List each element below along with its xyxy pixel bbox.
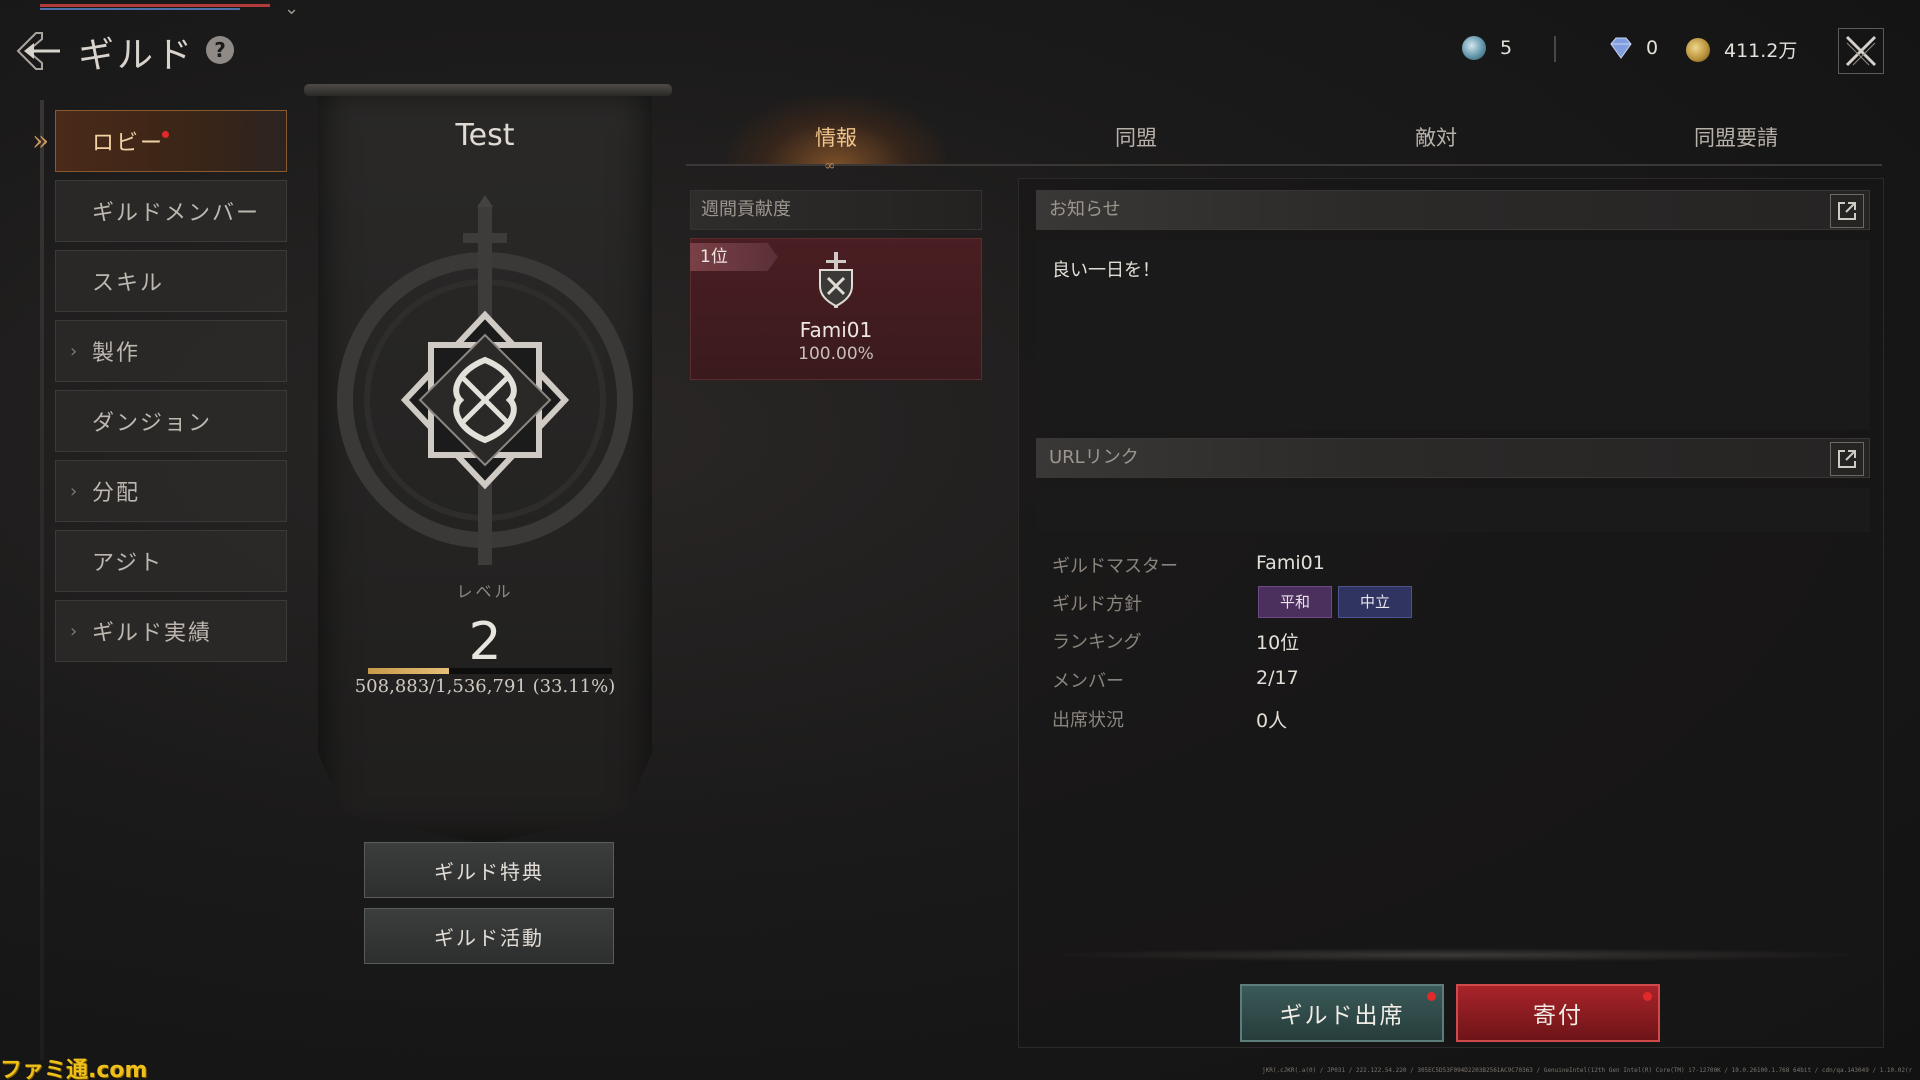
currency-value: 0 <box>1646 37 1659 59</box>
guild-master-value: Fami01 <box>1256 552 1325 574</box>
edit-url-button[interactable] <box>1830 442 1864 476</box>
notice-body <box>1036 240 1870 430</box>
external-link-icon <box>1838 450 1856 468</box>
sidebar-item-label: アジト <box>92 551 164 576</box>
sidebar-item-achievements[interactable]: › ギルド実績 <box>55 600 287 662</box>
xp-text: 508,883/1,536,791 (33.11%) <box>354 676 616 697</box>
chevron-right-icon: › <box>70 340 80 362</box>
back-button[interactable] <box>14 28 64 74</box>
build-info-text: jKR(.cJKR(.a(0) / JP031 / 222.122.54.220… <box>1262 1067 1912 1074</box>
top-status-lines <box>40 4 270 10</box>
currency-separator <box>1554 36 1556 62</box>
close-button[interactable] <box>1838 28 1884 74</box>
rank-percent: 100.00% <box>798 344 874 364</box>
rank-badge: 1位 <box>690 243 778 271</box>
guild-level: 2 <box>468 612 502 672</box>
gold-coin-icon <box>1686 37 1710 62</box>
attend-button-label: ギルド出席 <box>1279 1003 1405 1029</box>
notification-dot <box>1427 992 1436 1001</box>
members-value: 2/17 <box>1256 667 1299 689</box>
guild-master-label: ギルドマスター <box>1052 556 1178 577</box>
tab-alliance[interactable]: 同盟 <box>1036 122 1236 152</box>
policy-badge-neutral: 中立 <box>1338 586 1412 618</box>
sidebar-item-label: スキル <box>92 271 165 296</box>
chevron-right-icon: › <box>70 480 80 502</box>
currency-value: 411.2万 <box>1724 40 1798 62</box>
guild-benefits-button[interactable]: ギルド特典 <box>364 842 614 898</box>
blue-gem-coin-icon <box>1462 36 1486 60</box>
sidebar-item-distribution[interactable]: › 分配 <box>55 460 287 522</box>
currency-blue-gem: 5 <box>1462 36 1512 60</box>
sidebar-item-label: ロビー <box>92 131 165 156</box>
help-icon[interactable]: ? <box>206 36 234 64</box>
sidebar-item-dungeon[interactable]: ダンジョン <box>55 390 287 452</box>
guild-emblem-icon <box>337 195 633 565</box>
url-link-header: URLリンク <box>1036 438 1870 478</box>
sidebar-item-crafting[interactable]: › 製作 <box>55 320 287 382</box>
external-link-icon <box>1838 202 1856 220</box>
sidebar-item-members[interactable]: ギルドメンバー <box>55 180 287 242</box>
sidebar-item-hideout[interactable]: アジト <box>55 530 287 592</box>
ranking-label: ランキング <box>1052 632 1142 653</box>
url-link-body[interactable] <box>1036 488 1870 532</box>
ornament-divider <box>1040 948 1870 962</box>
sidebar-item-label: ギルド実績 <box>92 621 213 646</box>
xp-progress-bar <box>368 668 612 674</box>
weekly-contribution-header: 週間貢献度 <box>690 190 982 230</box>
knot-ornament-icon: ∞ <box>824 158 836 174</box>
level-label: レベル <box>456 582 514 601</box>
chevron-right-icon: › <box>70 620 80 642</box>
attendance-value: 0人 <box>1256 710 1288 732</box>
tab-hostile[interactable]: 敵対 <box>1336 122 1536 152</box>
donate-button[interactable]: 寄付 <box>1456 984 1660 1042</box>
notice-text: 良い一日を！ <box>1052 260 1160 281</box>
tab-alliance-requests[interactable]: 同盟要請 <box>1636 122 1836 152</box>
tab-underline <box>686 164 1882 166</box>
guild-policy-label: ギルド方針 <box>1052 594 1142 615</box>
back-arrow-icon <box>16 32 60 70</box>
currency-diamond: 0 <box>1608 36 1658 60</box>
sidebar-item-lobby[interactable]: ロビー <box>55 110 287 172</box>
sidebar-item-label: 分配 <box>92 481 141 506</box>
sidebar-item-label: ギルドメンバー <box>92 201 261 226</box>
donate-button-label: 寄付 <box>1533 1003 1583 1029</box>
currency-gold: 411.2万 <box>1686 36 1797 63</box>
shield-sword-icon <box>819 252 853 308</box>
guild-name: Test <box>455 118 515 153</box>
xp-progress-fill <box>368 668 449 674</box>
close-icon <box>1845 35 1877 67</box>
chevron-down-icon[interactable]: ⌄ <box>284 0 299 19</box>
sidebar-item-label: ダンジョン <box>92 411 213 436</box>
active-indicator-icon: » <box>32 124 50 157</box>
diamond-icon <box>1610 37 1632 59</box>
members-label: メンバー <box>1052 671 1124 692</box>
notification-dot <box>1643 992 1652 1001</box>
sidebar-item-label: 製作 <box>92 341 141 366</box>
attendance-label: 出席状況 <box>1052 710 1124 731</box>
guild-activities-button[interactable]: ギルド活動 <box>364 908 614 964</box>
site-watermark: ファミ通.com <box>0 1058 148 1080</box>
currency-value: 5 <box>1500 37 1513 59</box>
edit-notice-button[interactable] <box>1830 194 1864 228</box>
policy-badge-peace: 平和 <box>1258 586 1332 618</box>
sidebar-rail <box>40 100 44 1060</box>
guild-attend-button[interactable]: ギルド出席 <box>1240 984 1444 1042</box>
rank-player-name: Fami01 <box>799 318 873 342</box>
notice-header: お知らせ <box>1036 190 1870 230</box>
sidebar-item-skills[interactable]: スキル <box>55 250 287 312</box>
page-title: ギルド <box>78 35 196 76</box>
ranking-value: 10位 <box>1256 632 1300 654</box>
notification-dot <box>162 131 169 138</box>
tab-info[interactable]: 情報 <box>736 122 936 152</box>
banner-rod <box>304 84 672 96</box>
